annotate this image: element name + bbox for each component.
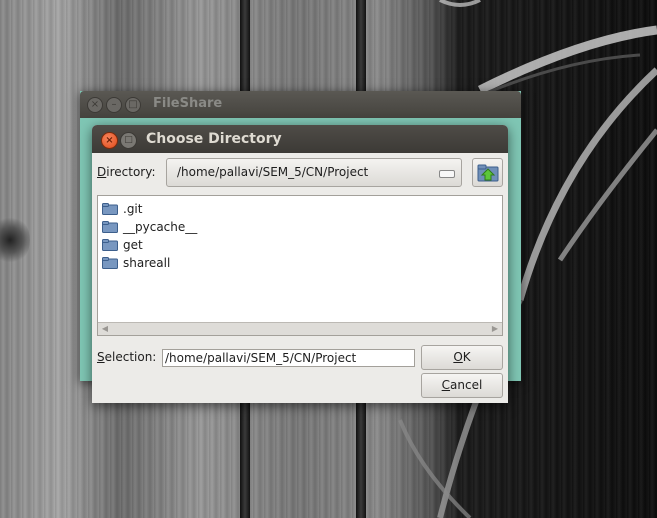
directory-value: /home/pallavi/SEM_5/CN/Project bbox=[177, 165, 369, 179]
directory-label-text: irectory: bbox=[106, 165, 156, 179]
cancel-mnemonic: C bbox=[441, 378, 451, 392]
dropdown-arrow-icon bbox=[439, 170, 455, 178]
list-item-label: .git bbox=[123, 202, 143, 216]
folder-icon bbox=[102, 203, 118, 215]
fileshare-minimize-button[interactable]: – bbox=[106, 97, 122, 113]
dialog-titlebar: × □ Choose Directory bbox=[92, 125, 508, 153]
list-item-label: shareall bbox=[123, 256, 171, 270]
parent-directory-button[interactable] bbox=[472, 158, 503, 187]
fileshare-title: FileShare bbox=[153, 96, 223, 111]
folder-icon bbox=[102, 239, 118, 251]
scroll-left-icon[interactable]: ◀ bbox=[100, 324, 110, 334]
cancel-button[interactable]: Cancel bbox=[421, 373, 503, 398]
fileshare-close-button[interactable]: × bbox=[87, 97, 103, 113]
ok-mnemonic: O bbox=[453, 350, 463, 364]
dialog-title: Choose Directory bbox=[146, 131, 282, 147]
directory-list[interactable]: .git __pycache__ get shareall ◀ ▶ bbox=[97, 195, 503, 336]
choose-directory-dialog: × □ Choose Directory Directory: /home/pa… bbox=[92, 125, 508, 403]
list-item-label: get bbox=[123, 238, 143, 252]
dialog-maximize-button[interactable]: □ bbox=[120, 132, 137, 149]
horizontal-scrollbar[interactable]: ◀ ▶ bbox=[98, 322, 502, 335]
selection-label-text: election: bbox=[104, 350, 157, 364]
directory-label-mnemonic: D bbox=[97, 165, 107, 179]
selection-value: /home/pallavi/SEM_5/CN/Project bbox=[165, 351, 357, 365]
list-item[interactable]: get bbox=[102, 236, 143, 254]
ok-label: K bbox=[462, 350, 471, 364]
scroll-right-icon[interactable]: ▶ bbox=[490, 324, 500, 334]
list-item[interactable]: __pycache__ bbox=[102, 218, 197, 236]
selection-label: Selection: bbox=[97, 350, 156, 364]
dialog-close-button[interactable]: × bbox=[101, 132, 118, 149]
fileshare-titlebar: × – □ FileShare bbox=[80, 91, 521, 118]
selection-input[interactable]: /home/pallavi/SEM_5/CN/Project bbox=[162, 349, 415, 367]
directory-label: Directory: bbox=[97, 165, 156, 179]
folder-icon bbox=[102, 221, 118, 233]
cancel-label: ancel bbox=[450, 378, 483, 392]
list-item-label: __pycache__ bbox=[123, 220, 198, 234]
folder-up-icon bbox=[477, 164, 499, 182]
selection-label-mnemonic: S bbox=[97, 350, 105, 364]
ok-button[interactable]: OK bbox=[421, 345, 503, 370]
list-item[interactable]: shareall bbox=[102, 254, 170, 272]
folder-icon bbox=[102, 257, 118, 269]
directory-combobox[interactable]: /home/pallavi/SEM_5/CN/Project bbox=[166, 158, 462, 187]
fileshare-maximize-button[interactable]: □ bbox=[125, 97, 141, 113]
list-item[interactable]: .git bbox=[102, 200, 142, 218]
